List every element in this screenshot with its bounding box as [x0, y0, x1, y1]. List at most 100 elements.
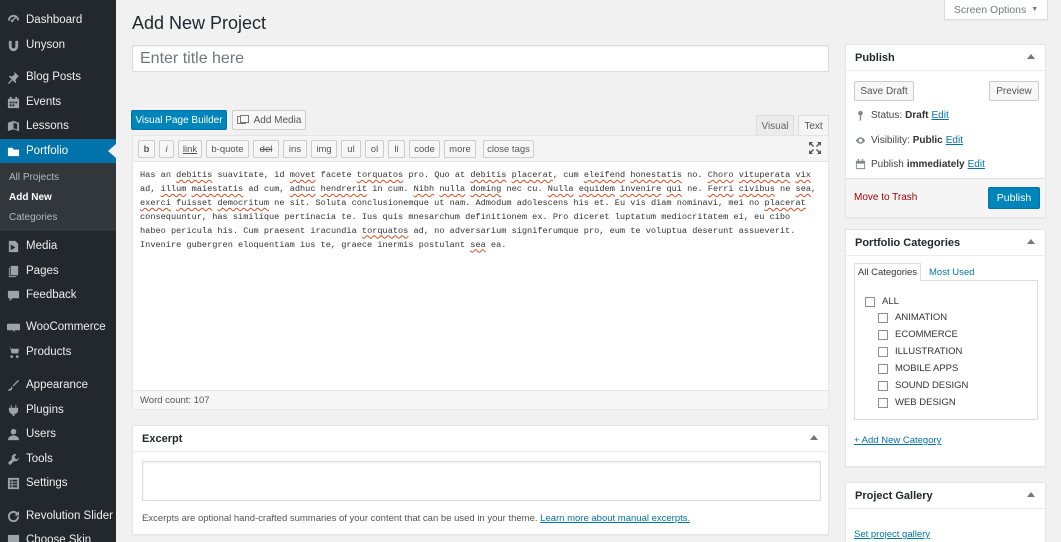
save-draft-button[interactable]: Save Draft: [854, 81, 914, 101]
category-item[interactable]: ILLUSTRATION: [878, 346, 962, 357]
quicktag-bquote-button[interactable]: b-quote: [206, 140, 249, 158]
screen-options-button[interactable]: Screen Options ▼: [944, 0, 1048, 20]
editor-textarea[interactable]: Has an debitis suavitate, id movet facet…: [140, 169, 820, 252]
move-to-trash-link[interactable]: Move to Trash: [854, 192, 917, 203]
sidebar-item-label: WooCommerce: [26, 321, 106, 333]
sidebar-item-portfolio[interactable]: Portfolio: [0, 139, 116, 163]
sidebar-item-label: Portfolio: [26, 145, 69, 157]
category-item[interactable]: ANIMATION: [878, 312, 947, 323]
publish-button[interactable]: Publish: [988, 187, 1040, 209]
post-status: Status: Draft Edit: [854, 109, 949, 121]
gallery-title: Project Gallery: [846, 483, 1045, 509]
submenu-categories[interactable]: Categories: [9, 212, 57, 223]
quicktag-link-button[interactable]: link: [178, 140, 202, 158]
status-value: Draft: [905, 109, 929, 121]
excerpt-title: Excerpt: [133, 426, 828, 452]
word-count: Word count: 107: [133, 390, 828, 409]
collapse-arrow-icon[interactable]: [1027, 239, 1035, 244]
quicktag-li-button[interactable]: li: [388, 140, 405, 158]
sidebar-item-plugins[interactable]: Plugins: [0, 398, 116, 422]
category-item[interactable]: SOUND DESIGN: [878, 380, 968, 391]
title-input[interactable]: [132, 45, 829, 72]
fullscreen-icon[interactable]: [808, 141, 822, 155]
sidebar-item-label: Blog Posts: [26, 71, 81, 83]
category-item[interactable]: ALL: [865, 296, 899, 307]
quicktag-code-button[interactable]: code: [409, 140, 440, 158]
sidebar-item-dashboard[interactable]: Dashboard: [0, 8, 116, 32]
edit-visibility-link[interactable]: Edit: [946, 135, 963, 146]
submenu-add-new[interactable]: Add New: [9, 192, 52, 203]
publish-title: Publish: [846, 45, 1045, 71]
quicktag-close-tags-button[interactable]: close tags: [483, 140, 534, 158]
screen-options-label: Screen Options: [953, 3, 1027, 16]
sidebar-item-products[interactable]: Products: [0, 340, 116, 364]
checkbox[interactable]: [878, 380, 888, 391]
excerpt-learn-more-link[interactable]: Learn more about manual excerpts.: [540, 513, 690, 524]
quicktag-img-button[interactable]: img: [311, 140, 337, 158]
sidebar-item-woocommerce[interactable]: WooCommerce: [0, 315, 116, 339]
checkbox[interactable]: [878, 363, 888, 374]
category-item[interactable]: MOBILE APPS: [878, 363, 958, 374]
sidebar-item-lessons[interactable]: Lessons: [0, 114, 116, 138]
sidebar-item-unyson[interactable]: Unyson: [0, 33, 116, 57]
collapse-arrow-icon[interactable]: [1027, 54, 1035, 59]
settings-icon: [6, 476, 20, 490]
sidebar-item-label: Plugins: [26, 404, 64, 416]
sidebar-item-events[interactable]: Events: [0, 90, 116, 114]
tab-all-categories[interactable]: All Categories: [854, 263, 921, 281]
sidebar-item-revolution-slider[interactable]: Revolution Slider: [0, 504, 116, 528]
project-gallery-box: Project Gallery Set project gallery: [845, 482, 1046, 542]
sidebar-item-users[interactable]: Users: [0, 422, 116, 446]
checkbox[interactable]: [878, 346, 888, 357]
quicktag-more-button[interactable]: more: [444, 140, 476, 158]
sidebar-item-pages[interactable]: Pages: [0, 259, 116, 283]
sidebar-item-appearance[interactable]: Appearance: [0, 373, 116, 397]
quicktag-ins-button[interactable]: ins: [283, 140, 307, 158]
sidebar-item-settings[interactable]: Settings: [0, 471, 116, 495]
admin-sidebar: Dashboard Unyson Blog Posts Events Lesso…: [0, 0, 116, 542]
post-visibility: Visibility: Public Edit: [854, 134, 963, 146]
category-item[interactable]: ECOMMERCE: [878, 329, 958, 340]
sidebar-item-media[interactable]: Media: [0, 234, 116, 258]
checkbox[interactable]: [878, 329, 888, 340]
wrench-icon: [6, 452, 20, 466]
checkbox[interactable]: [865, 296, 875, 307]
pages-icon: [6, 264, 20, 278]
preview-button[interactable]: Preview: [989, 81, 1039, 101]
add-new-category-link[interactable]: + Add New Category: [854, 435, 941, 446]
quicktag-del-button[interactable]: del: [253, 140, 279, 158]
sidebar-item-feedback[interactable]: Feedback: [0, 283, 116, 307]
set-project-gallery-link[interactable]: Set project gallery: [854, 529, 930, 540]
checkbox[interactable]: [878, 397, 888, 408]
sidebar-item-label: Unyson: [26, 39, 65, 51]
tab-text[interactable]: Text: [798, 115, 829, 136]
excerpt-textarea[interactable]: [142, 461, 821, 501]
submenu-all-projects[interactable]: All Projects: [9, 172, 59, 183]
dashboard-icon: [6, 13, 20, 27]
media-camera-icon: [236, 115, 249, 125]
checkbox[interactable]: [878, 312, 888, 323]
quicktag-italic-button[interactable]: i: [159, 140, 174, 158]
sidebar-item-label: Media: [26, 240, 58, 252]
sidebar-item-tools[interactable]: Tools: [0, 447, 116, 471]
plugin-icon: [6, 403, 20, 417]
calendar-icon: [854, 158, 866, 170]
category-item[interactable]: WEB DESIGN: [878, 397, 956, 408]
edit-status-link[interactable]: Edit: [931, 110, 948, 121]
publish-actions: Move to Trash Publish: [846, 178, 1045, 217]
visual-page-builder-button[interactable]: Visual Page Builder: [131, 110, 227, 130]
pin-icon: [6, 70, 20, 84]
tab-visual[interactable]: Visual: [756, 115, 794, 136]
sidebar-item-blog-posts[interactable]: Blog Posts: [0, 65, 116, 89]
refresh-icon: [6, 509, 20, 523]
quicktag-ul-button[interactable]: ul: [341, 140, 361, 158]
sidebar-item-choose-skin[interactable]: Choose Skin: [0, 528, 116, 542]
collapse-arrow-icon[interactable]: [1027, 492, 1035, 497]
add-media-button[interactable]: Add Media: [232, 110, 306, 130]
visibility-value: Public: [912, 134, 943, 146]
edit-schedule-link[interactable]: Edit: [968, 159, 985, 170]
quicktag-ol-button[interactable]: ol: [365, 140, 384, 158]
collapse-arrow-icon[interactable]: [810, 435, 818, 440]
tab-most-used[interactable]: Most Used: [929, 263, 974, 281]
quicktag-bold-button[interactable]: b: [138, 140, 155, 158]
